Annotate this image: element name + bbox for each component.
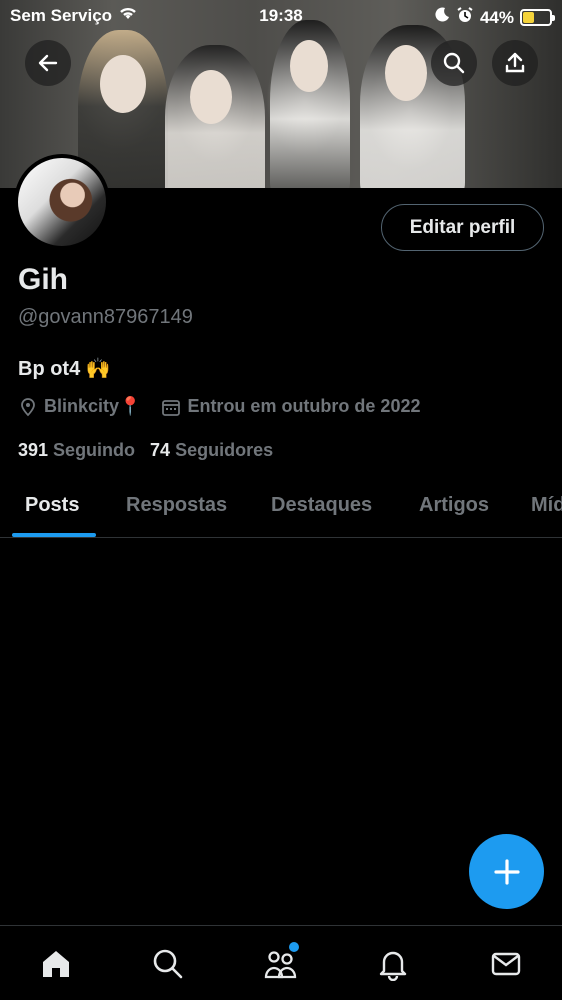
banner-face	[290, 40, 328, 92]
search-icon	[443, 52, 465, 74]
bell-icon	[379, 951, 407, 981]
following-link[interactable]: 391 Seguindo	[18, 440, 135, 461]
share-button[interactable]	[492, 40, 538, 86]
joined-item: Entrou em outubro de 2022	[161, 396, 420, 417]
bottom-navigation	[0, 925, 562, 1000]
location-label: Blinkcity📍	[44, 396, 142, 416]
joined-label: Entrou em outubro de 2022	[187, 396, 421, 416]
moon-icon	[434, 7, 450, 28]
battery-fill	[523, 12, 535, 23]
following-label: Seguindo	[53, 440, 136, 460]
following-count: 391	[18, 440, 49, 460]
compose-button[interactable]	[469, 834, 544, 909]
notification-dot	[289, 942, 299, 952]
home-icon	[43, 951, 69, 977]
banner-face	[385, 45, 427, 101]
tab-midia[interactable]: Mídia	[531, 494, 562, 517]
banner-face	[100, 55, 146, 113]
battery-percent: 44%	[479, 7, 514, 27]
followers-count: 74	[150, 440, 171, 460]
nav-notifications[interactable]	[373, 944, 413, 984]
tab-artigos[interactable]: Artigos	[419, 494, 489, 517]
battery-icon	[520, 9, 555, 26]
search-icon	[153, 949, 183, 979]
tab-respostas[interactable]: Respostas	[126, 494, 227, 517]
profile-meta: Blinkcity📍 Entrou em outubro de 2022	[18, 396, 440, 417]
tab-posts[interactable]: Posts	[25, 494, 79, 517]
profile-handle: @govann87967149	[18, 306, 193, 328]
edit-profile-button[interactable]: Editar perfil	[381, 204, 544, 251]
profile-name: Gih	[18, 263, 68, 296]
plus-icon	[493, 858, 520, 885]
share-icon	[505, 52, 525, 73]
nav-home[interactable]	[36, 944, 76, 984]
avatar[interactable]	[14, 154, 110, 250]
followers-label: Seguidores	[175, 440, 274, 460]
location-item: Blinkcity📍	[18, 396, 141, 417]
nav-communities[interactable]	[261, 942, 301, 984]
profile-bio: Bp ot4 🙌	[18, 358, 111, 380]
follow-stats: 391 Seguindo 74 Seguidores	[18, 440, 288, 461]
nav-messages[interactable]	[486, 944, 526, 984]
alarm-icon	[456, 6, 474, 29]
location-pin-icon	[21, 397, 35, 416]
back-button[interactable]	[25, 40, 71, 86]
arrow-left-icon	[38, 54, 58, 72]
mail-icon	[491, 952, 521, 976]
search-profile-button[interactable]	[431, 40, 477, 86]
calendar-icon	[162, 399, 181, 416]
tab-destaques[interactable]: Destaques	[271, 494, 372, 517]
active-tab-indicator	[12, 533, 96, 537]
nav-search[interactable]	[148, 944, 188, 984]
profile-tabs: Posts Respostas Destaques Artigos Mídia	[0, 478, 562, 538]
followers-link[interactable]: 74 Seguidores	[150, 440, 273, 461]
status-bar: Sem Serviço 19:38 44%	[0, 0, 562, 32]
banner-face	[190, 70, 232, 124]
